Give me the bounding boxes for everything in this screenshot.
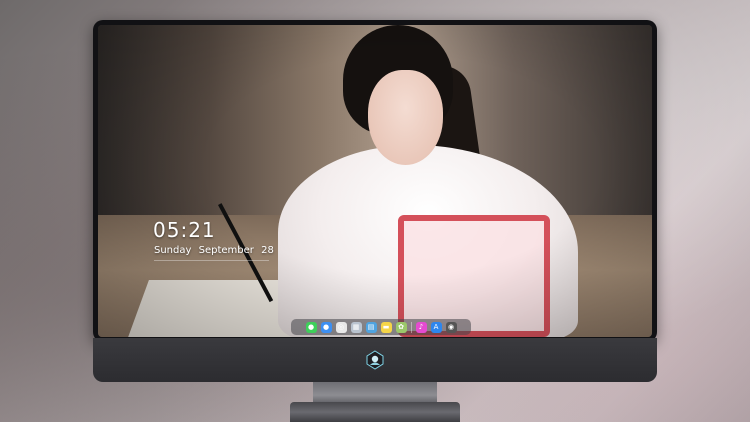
- lock-screen-time: 05:21: [153, 218, 216, 242]
- screen-vignette: [98, 25, 652, 337]
- finder-icon[interactable]: ●: [320, 321, 332, 333]
- messages-icon[interactable]: ●: [305, 321, 317, 333]
- music-icon[interactable]: ♪: [415, 321, 427, 333]
- brand-logo-icon: [366, 350, 384, 370]
- app-store-icon[interactable]: A: [430, 321, 442, 333]
- photos-icon[interactable]: ✿: [395, 321, 407, 333]
- monitor-bezel: 05:21 Sunday September 28 ● ● ◎ ▦ ▤ ▬ ✿ ♪ A ◉: [93, 20, 657, 342]
- lock-screen[interactable]: 05:21 Sunday September 28 ● ● ◎ ▦ ▤ ▬ ✿ ♪ A ◉: [98, 25, 652, 337]
- lock-screen-date: Sunday September 28: [154, 245, 278, 256]
- lock-screen-month: September: [198, 245, 254, 256]
- safari-icon[interactable]: ◎: [335, 321, 347, 333]
- dock-separator: [410, 321, 412, 333]
- notes-icon[interactable]: ▬: [380, 321, 392, 333]
- preview-icon[interactable]: ▦: [350, 321, 362, 333]
- lock-screen-divider: [154, 260, 269, 261]
- camera-icon[interactable]: ◉: [445, 321, 457, 333]
- lock-screen-day: 28: [261, 245, 274, 256]
- clapper-icon[interactable]: ▤: [365, 321, 377, 333]
- dock: ● ● ◎ ▦ ▤ ▬ ✿ ♪ A ◉: [291, 319, 471, 335]
- lock-screen-weekday: Sunday: [154, 245, 192, 256]
- monitor-stand-neck: [313, 382, 437, 404]
- monitor-stand-base: [290, 402, 460, 422]
- imac-monitor: 05:21 Sunday September 28 ● ● ◎ ▦ ▤ ▬ ✿ ♪ A ◉: [93, 20, 657, 382]
